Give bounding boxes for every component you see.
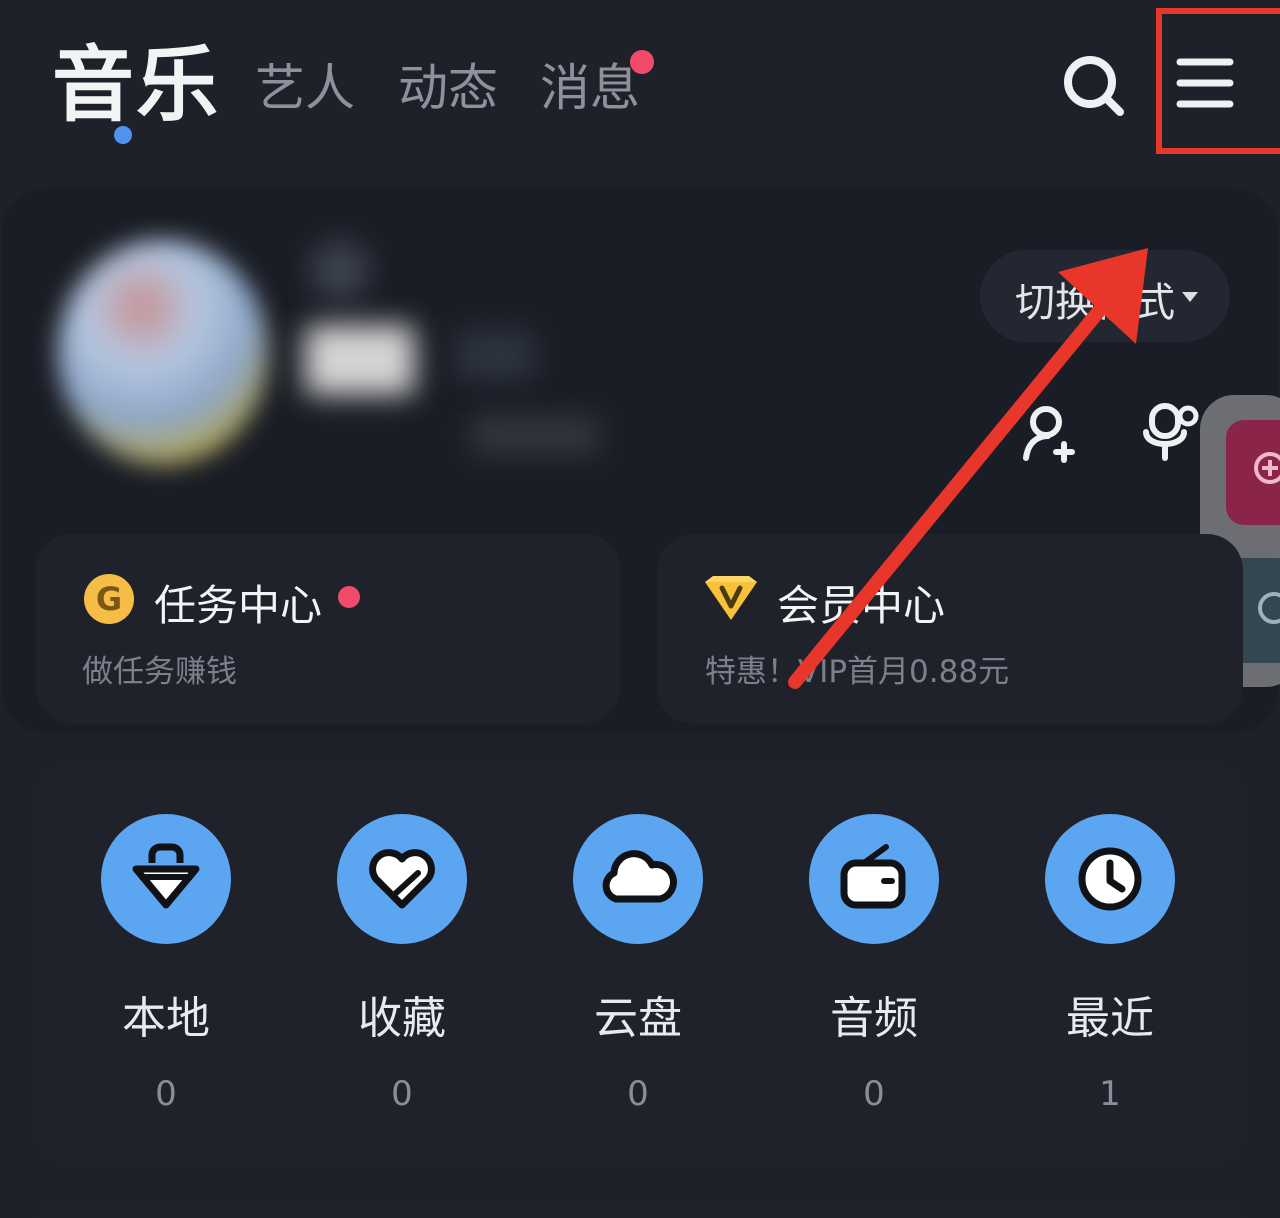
shortcut-count: 0: [863, 1074, 885, 1114]
shortcut-count: 0: [627, 1074, 649, 1114]
app-screen: 音乐 艺人 动态 消息 切换模式 G 任务中心 做任务赚钱 会员中心 特惠！VI…: [0, 0, 1280, 1218]
task-center-card[interactable]: G 任务中心 做任务赚钱: [36, 534, 620, 724]
task-notification-dot: [338, 586, 360, 608]
tab-artist[interactable]: 艺人: [255, 48, 355, 120]
messages-notification-dot: [630, 50, 654, 74]
add-user-icon: [1023, 406, 1075, 463]
vip-center-card[interactable]: 会员中心 特惠！VIP首月0.88元: [657, 534, 1243, 724]
cloud-icon: [573, 814, 703, 944]
shortcut-label: 音频: [830, 993, 918, 1044]
shortcut-count: 1: [1099, 1074, 1121, 1114]
blurred-username: [305, 325, 415, 395]
heart-icon: [337, 814, 467, 944]
blurred-level: [455, 330, 535, 380]
vip-center-subtitle: 特惠！VIP首月0.88元: [705, 654, 1010, 690]
clock-icon: [1045, 814, 1175, 944]
vip-diamond-icon: [705, 576, 757, 620]
microphone-icon: [1143, 403, 1199, 461]
annotation-highlight-box: [1156, 8, 1280, 154]
shortcut-label: 本地: [122, 993, 210, 1044]
shortcut-recent[interactable]: 最近 1: [1010, 812, 1210, 1132]
vip-center-title: 会员中心: [777, 581, 946, 630]
switch-mode-button[interactable]: 切换模式: [980, 250, 1230, 342]
switch-mode-label: 切换模式: [1015, 280, 1175, 326]
shortcut-cloud[interactable]: 云盘 0: [538, 812, 738, 1132]
tab-music[interactable]: 音乐: [52, 18, 220, 137]
shortcut-count: 0: [391, 1074, 413, 1114]
search-button[interactable]: [1058, 50, 1128, 120]
shortcut-audio[interactable]: 音频 0: [774, 812, 974, 1132]
voice-room-button[interactable]: [1138, 400, 1200, 462]
coin-icon: G: [84, 574, 134, 624]
next-section-card: [36, 1200, 1244, 1218]
active-tab-indicator: [114, 126, 132, 144]
shortcut-label: 最近: [1066, 993, 1154, 1044]
shortcut-local[interactable]: 本地 0: [66, 812, 266, 1132]
blurred-stats: [470, 415, 600, 455]
add-friend-button[interactable]: [1018, 402, 1080, 464]
top-tab-bar: 音乐 艺人 动态 消息: [0, 0, 1280, 160]
shortcut-label: 云盘: [594, 993, 682, 1044]
plus-circle-icon: [1254, 452, 1280, 484]
side-widget-add-button[interactable]: [1226, 420, 1280, 525]
caret-down-icon: [1182, 292, 1198, 302]
blurred-badge: [310, 240, 370, 300]
radio-icon: [809, 814, 939, 944]
tab-feed[interactable]: 动态: [398, 48, 498, 120]
task-center-title: 任务中心: [154, 581, 323, 630]
shortcut-count: 0: [155, 1074, 177, 1114]
avatar[interactable]: [58, 240, 268, 465]
tab-messages[interactable]: 消息: [540, 48, 640, 120]
search-icon: [1064, 56, 1124, 116]
local-bag-icon: [101, 814, 231, 944]
shortcut-label: 收藏: [358, 993, 446, 1044]
task-center-subtitle: 做任务赚钱: [82, 654, 237, 690]
shortcut-favorites[interactable]: 收藏 0: [302, 812, 502, 1132]
